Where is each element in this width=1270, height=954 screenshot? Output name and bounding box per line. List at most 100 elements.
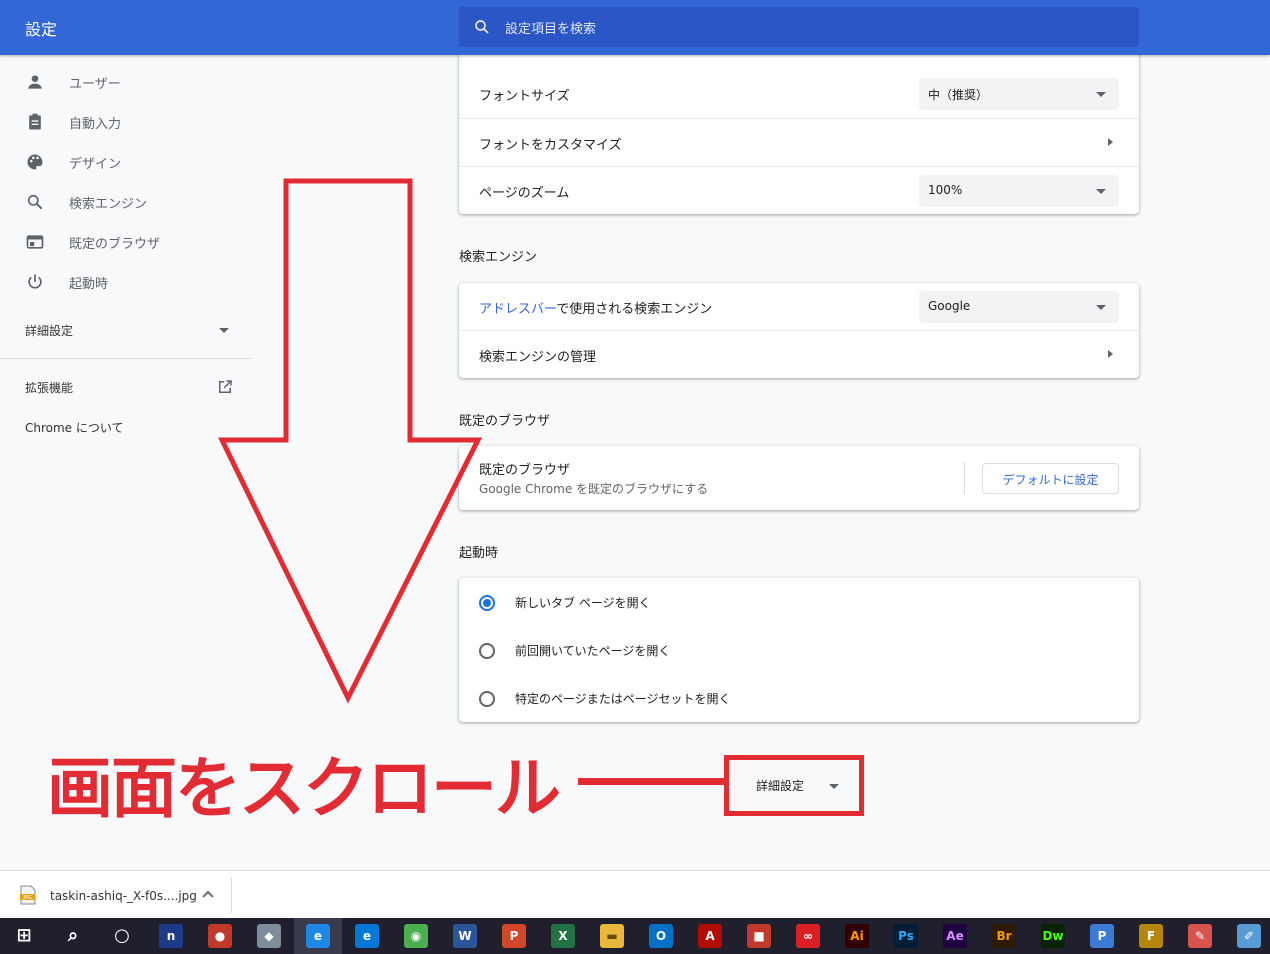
download-bar: JPG taskin-ashiq-_X-f0s....jpg (0, 870, 1270, 918)
app-cube-taskbar-button[interactable]: ■ (735, 918, 783, 954)
word-taskbar-button[interactable]: W (441, 918, 489, 954)
app-p-taskbar-button[interactable]: P (1078, 918, 1126, 954)
startup-option-label: 特定のページまたはページセットを開く (515, 692, 731, 706)
photoshop-taskbar-button[interactable]: Ps (882, 918, 930, 954)
page-zoom-value: 100% (928, 183, 963, 197)
sidebar-extensions-label: 拡張機能 (25, 381, 74, 395)
app-n-icon: n (159, 924, 183, 948)
startup-option-continue[interactable]: 前回開いていたページを開く (459, 626, 1139, 674)
bridge-icon: Br (992, 924, 1016, 948)
page-zoom-select[interactable]: 100% (919, 175, 1119, 207)
customize-fonts-label: フォントをカスタマイズ (479, 138, 622, 153)
app-p-icon: P (1090, 924, 1114, 948)
annotation-highlight-box (724, 755, 864, 816)
app-ladybug-icon: ● (208, 924, 232, 948)
page-zoom-label: ページのズーム (479, 186, 570, 201)
chrome-icon: ◉ (404, 924, 428, 948)
sidebar-item-label: デザイン (69, 157, 122, 172)
excel-icon: X (551, 924, 575, 948)
search-engine-card: アドレスバーで使用される検索エンジン Google 検索エンジンの管理 (459, 283, 1139, 378)
vertical-separator (964, 462, 965, 494)
photoshop-icon: Ps (894, 924, 918, 948)
address-bar-link[interactable]: アドレスバー (479, 302, 556, 317)
settings-search-input[interactable]: 設定項目を検索 (459, 7, 1139, 47)
clipboard-icon (29, 113, 41, 130)
default-browser-title: 既定のブラウザ (479, 463, 571, 478)
download-item[interactable]: JPG taskin-ashiq-_X-f0s....jpg (0, 871, 230, 919)
app-ladybug-taskbar-button[interactable]: ● (196, 918, 244, 954)
app-brush-taskbar-button[interactable]: ✐ (1225, 918, 1270, 954)
sidebar-item-appearance[interactable]: デザイン (0, 142, 252, 182)
edge-taskbar-button[interactable]: e (343, 918, 391, 954)
creative-cloud-taskbar-button[interactable]: ∞ (784, 918, 832, 954)
app-fish-taskbar-button[interactable]: ◆ (245, 918, 293, 954)
sidebar-item-autofill[interactable]: 自動入力 (0, 102, 252, 142)
illustrator-icon: Ai (845, 924, 869, 948)
scroll-instruction-text: 画面をスクロール (47, 750, 561, 827)
taskbar-search-taskbar-button[interactable]: ⌕ (49, 918, 97, 954)
powerpoint-taskbar-button[interactable]: P (490, 918, 538, 954)
ftp-taskbar-button[interactable]: F (1127, 918, 1175, 954)
address-bar-engine-label: アドレスバーで使用される検索エンジン (479, 298, 712, 317)
edge-icon: e (355, 924, 379, 948)
sidebar-item-label: 既定のブラウザ (69, 237, 161, 252)
sidebar-item-default-browser[interactable]: 既定のブラウザ (0, 222, 252, 262)
annotation-connector-line (578, 778, 726, 785)
word-icon: W (453, 924, 477, 948)
outlook-taskbar-button[interactable]: O (637, 918, 685, 954)
after-effects-icon: Ae (943, 924, 967, 948)
svg-text:JPG: JPG (22, 895, 31, 901)
dreamweaver-taskbar-button[interactable]: Dw (1029, 918, 1077, 954)
sidebar-advanced-toggle[interactable]: 詳細設定 (0, 310, 252, 350)
excel-taskbar-button[interactable]: X (539, 918, 587, 954)
font-size-select[interactable]: 中（推奨） (919, 78, 1119, 110)
internet-explorer-taskbar-button[interactable]: e (294, 918, 342, 954)
taskbar-search-icon: ⌕ (67, 925, 79, 946)
task-view-taskbar-button[interactable]: ○ (98, 918, 146, 954)
sidebar-item-on-startup[interactable]: 起動時 (0, 262, 252, 302)
download-file-name: taskin-ashiq-_X-f0s....jpg (50, 889, 197, 903)
browser-window-icon (26, 235, 44, 249)
sidebar-item-label: 検索エンジン (69, 197, 148, 212)
header-bar: 設定 設定項目を検索 (0, 0, 1270, 55)
search-icon (27, 194, 43, 210)
font-size-value: 中（推奨） (928, 88, 989, 102)
app-n-taskbar-button[interactable]: n (147, 918, 195, 954)
task-view-icon: ○ (114, 925, 130, 946)
sidebar-item-search-engine[interactable]: 検索エンジン (0, 182, 252, 222)
font-size-row: フォントサイズ 中（推奨） (459, 70, 1139, 118)
manage-search-engines-row[interactable]: 検索エンジンの管理 (459, 330, 1139, 378)
sidebar-item-about-chrome[interactable]: Chrome について (0, 407, 252, 447)
after-effects-taskbar-button[interactable]: Ae (931, 918, 979, 954)
make-default-button[interactable]: デフォルトに設定 (982, 463, 1119, 494)
illustrator-taskbar-button[interactable]: Ai (833, 918, 881, 954)
outlook-icon: O (649, 924, 673, 948)
customize-fonts-row[interactable]: フォントをカスタマイズ (459, 118, 1139, 166)
windows-taskbar: ⊞ ⌕ ○ n ● ◆ e e ◉ W P X ▬ O A ■ ∞ Ai Ps Ae Br Dw P F ✎ ✐ (0, 918, 1270, 954)
windows-start-taskbar-button[interactable]: ⊞ (0, 918, 48, 954)
sidebar-item-user[interactable]: ユーザー (0, 62, 252, 102)
bridge-taskbar-button[interactable]: Br (980, 918, 1028, 954)
sidebar-item-label: 起動時 (69, 277, 109, 292)
chrome-taskbar-button[interactable]: ◉ (392, 918, 440, 954)
sidebar-divider (0, 358, 252, 359)
chevron-down-icon (1096, 189, 1106, 194)
internet-explorer-icon: e (306, 924, 330, 948)
startup-option-specific-pages[interactable]: 特定のページまたはページセットを開く (459, 674, 1139, 722)
paint-icon: ✎ (1188, 924, 1212, 948)
powerpoint-icon: P (502, 924, 526, 948)
chevron-up-icon[interactable] (202, 889, 214, 899)
page-title: 設定 (25, 20, 58, 39)
address-bar-engine-row: アドレスバーで使用される検索エンジン Google (459, 283, 1139, 331)
scroll-down-arrow-annotation (218, 178, 482, 704)
startup-option-new-tab[interactable]: 新しいタブ ページを開く (459, 578, 1139, 626)
file-explorer-taskbar-button[interactable]: ▬ (588, 918, 636, 954)
paint-taskbar-button[interactable]: ✎ (1176, 918, 1224, 954)
sidebar-item-extensions[interactable]: 拡張機能 (0, 367, 252, 407)
acrobat-taskbar-button[interactable]: A (686, 918, 734, 954)
file-explorer-icon: ▬ (600, 924, 624, 948)
app-brush-icon: ✐ (1237, 924, 1261, 948)
startup-option-label: 前回開いていたページを開く (515, 644, 671, 658)
person-icon (28, 75, 42, 89)
search-engine-select[interactable]: Google (919, 291, 1119, 323)
